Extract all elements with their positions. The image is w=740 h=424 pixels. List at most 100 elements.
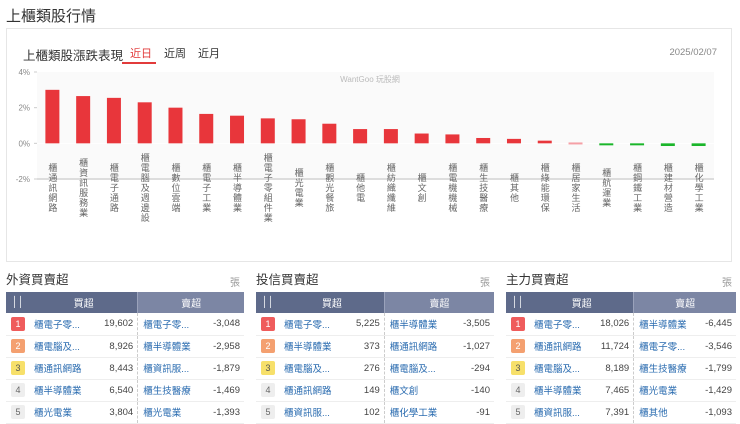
sector-bar	[660, 143, 675, 147]
x-tick-label: 櫃數位雲端	[170, 162, 180, 213]
sell-sector-link[interactable]: 櫃半導體業	[137, 335, 205, 358]
sell-sector-link[interactable]: 櫃生技醫療	[633, 357, 699, 380]
sector-bar	[476, 137, 491, 144]
buy-sector-link[interactable]: 櫃電腦及...	[280, 357, 348, 380]
buy-sector-link[interactable]: 櫃電子零...	[30, 313, 96, 336]
rank-badge: 3	[511, 361, 525, 375]
unit-label: 張	[230, 278, 240, 289]
x-tick-label: 櫃通訊網路	[47, 162, 57, 213]
buy-value: 5,225	[347, 313, 385, 336]
buy-sell-table: ││ 買超 賣超 1 櫃電子零... 18,026 櫃半導體業 -6,445 2…	[506, 292, 736, 424]
buy-sector-link[interactable]: 櫃半導體業	[530, 379, 593, 402]
bar-chart-icon[interactable]: ││	[6, 292, 30, 313]
table-row: 2 櫃半導體業 373 櫃通訊網路 -1,027	[256, 335, 494, 358]
sell-sector-link[interactable]: 櫃電子零...	[633, 335, 699, 358]
sell-sector-link[interactable]: 櫃文創	[383, 379, 454, 402]
rank-badge: 1	[511, 316, 525, 331]
sector-bar	[353, 129, 368, 144]
sell-value: -1,799	[698, 357, 736, 380]
sell-sector-link[interactable]: 櫃其他	[633, 401, 699, 424]
panel-title: 投信買賣超	[256, 273, 319, 287]
table-row: 4 櫃通訊網路 149 櫃文創 -140	[256, 379, 494, 402]
sell-value: -3,505	[453, 313, 494, 336]
buy-sector-link[interactable]: 櫃電腦及...	[530, 357, 593, 380]
sell-header: 賣超	[137, 292, 244, 313]
sell-value: -91	[453, 401, 494, 424]
x-tick-label: 櫃他電	[355, 172, 365, 203]
sell-value: -140	[453, 379, 494, 402]
buy-sector-link[interactable]: 櫃電子零...	[530, 313, 593, 336]
sell-sector-link[interactable]: 櫃通訊網路	[383, 335, 454, 358]
sector-bar	[414, 133, 429, 144]
sell-sector-link[interactable]: 櫃半導體業	[633, 313, 699, 336]
sell-value: -1,093	[698, 401, 736, 424]
y-tick-label: 4%	[18, 68, 30, 77]
unit-label: 張	[722, 278, 732, 289]
sell-sector-link[interactable]: 櫃電子零...	[137, 313, 205, 336]
buy-value: 373	[347, 335, 385, 358]
sell-sector-link[interactable]: 櫃電腦及...	[383, 357, 454, 380]
unit-label: 張	[480, 278, 490, 289]
table-row: 4 櫃半導體業 7,465 櫃光電業 -1,429	[506, 379, 736, 402]
bar-chart-icon[interactable]: ││	[256, 292, 280, 313]
buy-sector-link[interactable]: 櫃通訊網路	[30, 357, 96, 380]
foreign-investor-panel: 外資買賣超 張 ││ 買超 賣超 1 櫃電子零... 19,602 櫃電子零..…	[6, 270, 244, 424]
investment-trust-panel: 投信買賣超 張 ││ 買超 賣超 1 櫃電子零... 5,225 櫃半導體業 -…	[256, 270, 494, 424]
sell-value: -3,546	[698, 335, 736, 358]
x-tick-label: 櫃建材營造	[663, 162, 673, 213]
rank-badge: 4	[261, 383, 275, 397]
x-tick-label: 櫃紡織纖維	[386, 162, 396, 213]
x-tick-label: 櫃資訊服務業	[78, 157, 88, 218]
x-tick-label: 櫃電機機械	[447, 162, 457, 213]
bar-chart-icon[interactable]: ││	[506, 292, 530, 313]
buy-header: 買超	[30, 292, 138, 313]
table-row: 4 櫃半導體業 6,540 櫃生技醫療 -1,469	[6, 379, 244, 402]
table-row: 5 櫃資訊服... 7,391 櫃其他 -1,093	[506, 401, 736, 424]
rank-badge: 3	[11, 361, 25, 375]
x-tick-label: 櫃半導體業	[232, 162, 242, 213]
buy-sector-link[interactable]: 櫃半導體業	[280, 335, 348, 358]
buy-value: 6,540	[95, 379, 138, 402]
sell-sector-link[interactable]: 櫃光電業	[633, 379, 699, 402]
sector-bar	[383, 129, 398, 144]
sell-sector-link[interactable]: 櫃資訊服...	[137, 357, 205, 380]
buy-sector-link[interactable]: 櫃光電業	[30, 401, 96, 424]
buy-sell-table: ││ 買超 賣超 1 櫃電子零... 19,602 櫃電子零... -3,048…	[6, 292, 244, 424]
x-tick-label: 櫃航運業	[601, 167, 611, 208]
table-row: 1 櫃電子零... 19,602 櫃電子零... -3,048	[6, 313, 244, 336]
rank-badge: 1	[11, 316, 25, 331]
buy-sector-link[interactable]: 櫃半導體業	[30, 379, 96, 402]
watermark: WantGoo 玩股網	[340, 74, 400, 84]
buy-value: 8,443	[95, 357, 138, 380]
x-tick-label: 櫃綠能環保	[540, 162, 550, 213]
sell-sector-link[interactable]: 櫃光電業	[137, 401, 205, 424]
x-tick-label: 櫃光電業	[294, 167, 304, 208]
sector-bar	[230, 115, 245, 144]
sell-sector-link[interactable]: 櫃半導體業	[383, 313, 454, 336]
sell-sector-link[interactable]: 櫃化學工業	[383, 401, 454, 424]
buy-sector-link[interactable]: 櫃通訊網路	[530, 335, 593, 358]
buy-sector-link[interactable]: 櫃電子零...	[280, 313, 348, 336]
sector-bar	[568, 142, 583, 145]
sector-bar	[76, 96, 91, 144]
sector-bar	[630, 143, 645, 146]
sell-value: -6,445	[698, 313, 736, 336]
buy-sector-link[interactable]: 櫃資訊服...	[530, 401, 593, 424]
x-tick-label: 櫃生技醫療	[478, 162, 488, 213]
x-tick-label: 櫃文創	[417, 172, 427, 203]
buy-sector-link[interactable]: 櫃電腦及...	[30, 335, 96, 358]
table-row: 5 櫃資訊服... 102 櫃化學工業 -91	[256, 401, 494, 424]
buy-value: 11,724	[592, 335, 634, 358]
buy-sector-link[interactable]: 櫃資訊服...	[280, 401, 348, 424]
table-row: 2 櫃通訊網路 11,724 櫃電子零... -3,546	[506, 335, 736, 358]
sector-bar	[168, 107, 183, 144]
sell-sector-link[interactable]: 櫃生技醫療	[137, 379, 205, 402]
sell-value: -1,469	[204, 379, 244, 402]
sector-bar	[260, 118, 275, 144]
buy-value: 7,391	[592, 401, 634, 424]
buy-value: 8,926	[95, 335, 138, 358]
buy-sector-link[interactable]: 櫃通訊網路	[280, 379, 348, 402]
sector-bar	[599, 143, 614, 146]
rank-badge: 2	[511, 339, 525, 353]
buy-sell-table: ││ 買超 賣超 1 櫃電子零... 5,225 櫃半導體業 -3,505 2 …	[256, 292, 494, 424]
